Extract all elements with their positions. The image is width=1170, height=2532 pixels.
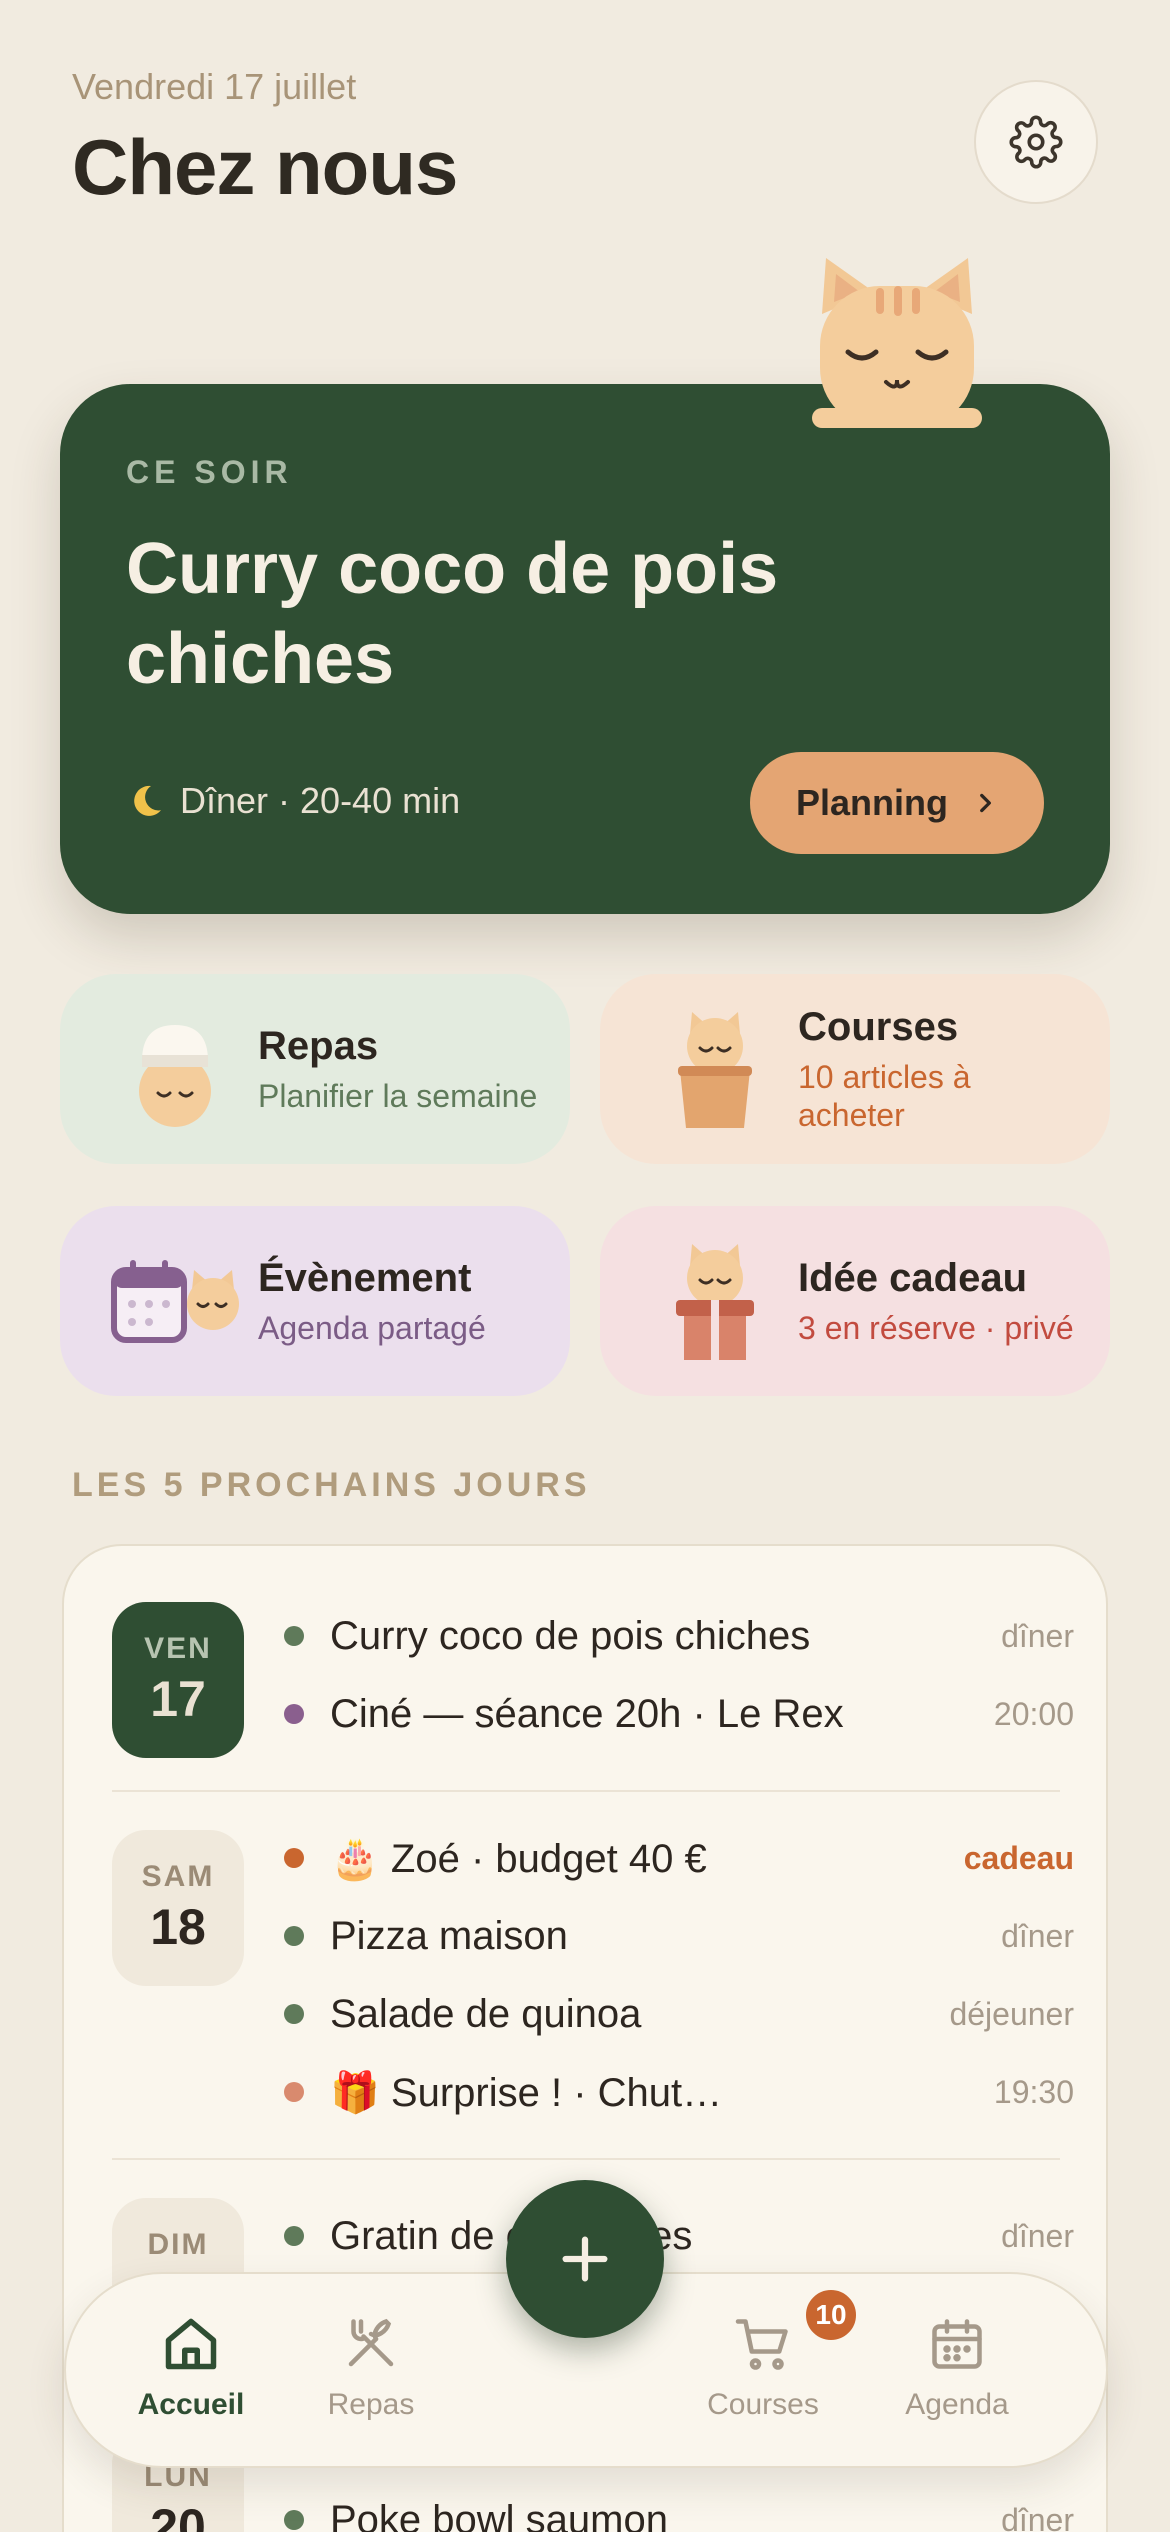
category-dot	[284, 1926, 304, 1946]
item-label: 🎁 Surprise ! · Chut…	[330, 2070, 723, 2115]
add-button[interactable]	[506, 2180, 664, 2338]
day-number: 18	[150, 1899, 206, 1955]
category-dot	[284, 1848, 304, 1868]
nav-shopping-label: Courses	[707, 2388, 819, 2421]
section-title: LES 5 PROCHAINS JOURS	[72, 1466, 591, 1504]
plus-icon	[562, 2236, 608, 2282]
tile-gift-subtitle: 3 en réserve · privé	[798, 1309, 1074, 1346]
item-tag: cadeau	[963, 1839, 1074, 1876]
category-dot	[284, 2004, 304, 2024]
agenda-item[interactable]: Curry coco de pois chiches dîner	[284, 1606, 1074, 1666]
tonight-meta: Dîner · 20-40 min	[126, 780, 460, 822]
item-tag: dîner	[1001, 2217, 1074, 2254]
item-label: 🎂 Zoé · budget 40 €	[330, 1836, 707, 1881]
day-divider	[112, 1790, 1060, 1792]
agenda-item[interactable]: Poke bowl saumon dîner	[284, 2490, 1074, 2532]
item-label: Pizza maison	[330, 1913, 568, 1958]
item-tag: déjeuner	[949, 1995, 1074, 2032]
tile-gift-title: Idée cadeau	[798, 1255, 1028, 1300]
gear-icon	[1009, 115, 1063, 169]
item-tag: dîner	[1001, 2501, 1074, 2532]
tile-gift[interactable]: Idée cadeau 3 en réserve · privé	[600, 1206, 1110, 1396]
tonight-card[interactable]: CE SOIR Curry coco de pois chiches Dîner…	[60, 384, 1110, 914]
cart-badge: 10	[802, 2286, 860, 2344]
calendar-cat-illustration	[110, 1236, 240, 1366]
gift-cat-illustration	[650, 1236, 780, 1366]
category-dot	[284, 2082, 304, 2102]
tile-shopping-subtitle: 10 articles à acheter	[798, 1058, 971, 1133]
tile-shopping[interactable]: Courses 10 articles à acheter	[600, 974, 1110, 1164]
planning-label: Planning	[796, 782, 948, 823]
settings-button[interactable]	[974, 80, 1098, 204]
item-label: Ciné — séance 20h · Le Rex	[330, 1691, 844, 1736]
day-name: VEN	[144, 1632, 212, 1665]
tile-meals[interactable]: Repas Planifier la semaine	[60, 974, 570, 1164]
day-divider	[112, 2158, 1060, 2160]
nav-agenda[interactable]: Agenda	[872, 2314, 1042, 2422]
tile-meals-subtitle: Planifier la semaine	[258, 1077, 538, 1114]
nav-home[interactable]: Accueil	[106, 2314, 276, 2422]
agenda-item[interactable]: 🎂 Zoé · budget 40 € cadeau	[284, 1828, 1074, 1888]
item-label: Gratin de courgettes	[330, 2213, 692, 2258]
moon-icon	[134, 785, 161, 816]
cart-icon	[735, 2319, 788, 2370]
item-label: Salade de quinoa	[330, 1991, 642, 2036]
item-tag: 20:00	[993, 1695, 1074, 1732]
day-number: 17	[150, 1671, 206, 1727]
agenda-item[interactable]: Salade de quinoa déjeuner	[284, 1984, 1074, 2044]
tonight-meal: Curry coco de pois chiches	[126, 529, 779, 699]
chevron-right-icon	[980, 793, 991, 813]
page-title: Chez nous	[72, 123, 458, 211]
agenda-item[interactable]: Ciné — séance 20h · Le Rex 20:00	[284, 1684, 1074, 1744]
day-name: DIM	[147, 2228, 209, 2261]
tile-shopping-title: Courses	[798, 1004, 959, 1049]
tile-event[interactable]: Évènement Agenda partagé	[60, 1206, 570, 1396]
basket-cat-illustration	[650, 1004, 780, 1134]
nav-meals[interactable]: Repas	[286, 2314, 456, 2422]
day-name: SAM	[141, 1860, 215, 1893]
item-label: Curry coco de pois chiches	[330, 1613, 811, 1658]
sleeping-cat-mascot	[812, 258, 982, 428]
tonight-eyebrow: CE SOIR	[126, 454, 293, 490]
item-tag: dîner	[1001, 1917, 1074, 1954]
agenda-item[interactable]: Gratin de courgettes dîner	[284, 2206, 1074, 2266]
category-dot	[284, 2510, 304, 2530]
planning-button[interactable]: Planning	[750, 752, 1044, 854]
category-dot	[284, 2226, 304, 2246]
nav-meals-label: Repas	[327, 2388, 415, 2421]
category-dot	[284, 1626, 304, 1646]
day-badge: SAM 18	[112, 1830, 244, 1986]
tile-event-title: Évènement	[258, 1255, 472, 1300]
category-dot	[284, 1704, 304, 1724]
item-label: Poke bowl saumon	[330, 2497, 668, 2532]
current-date: Vendredi 17 juillet	[72, 66, 357, 107]
agenda-item[interactable]: 🎁 Surprise ! · Chut… 19:30	[284, 2062, 1074, 2122]
nav-home-label: Accueil	[137, 2388, 245, 2421]
day-badge: VEN 17	[112, 1602, 244, 1758]
agenda-item[interactable]: Pizza maison dîner	[284, 1906, 1074, 1966]
home-icon	[165, 2318, 217, 2370]
utensils-icon	[348, 2318, 394, 2367]
tonight-meta-text: Dîner · 20-40 min	[180, 780, 461, 821]
calendar-icon	[932, 2319, 982, 2369]
item-tag: 19:30	[993, 2073, 1074, 2110]
tile-meals-title: Repas	[258, 1023, 379, 1068]
tile-event-subtitle: Agenda partagé	[258, 1309, 486, 1346]
item-tag: dîner	[1001, 1617, 1074, 1654]
day-number: 20	[150, 2499, 206, 2532]
nav-agenda-label: Agenda	[905, 2388, 1009, 2421]
chef-cat-illustration	[110, 1004, 240, 1134]
